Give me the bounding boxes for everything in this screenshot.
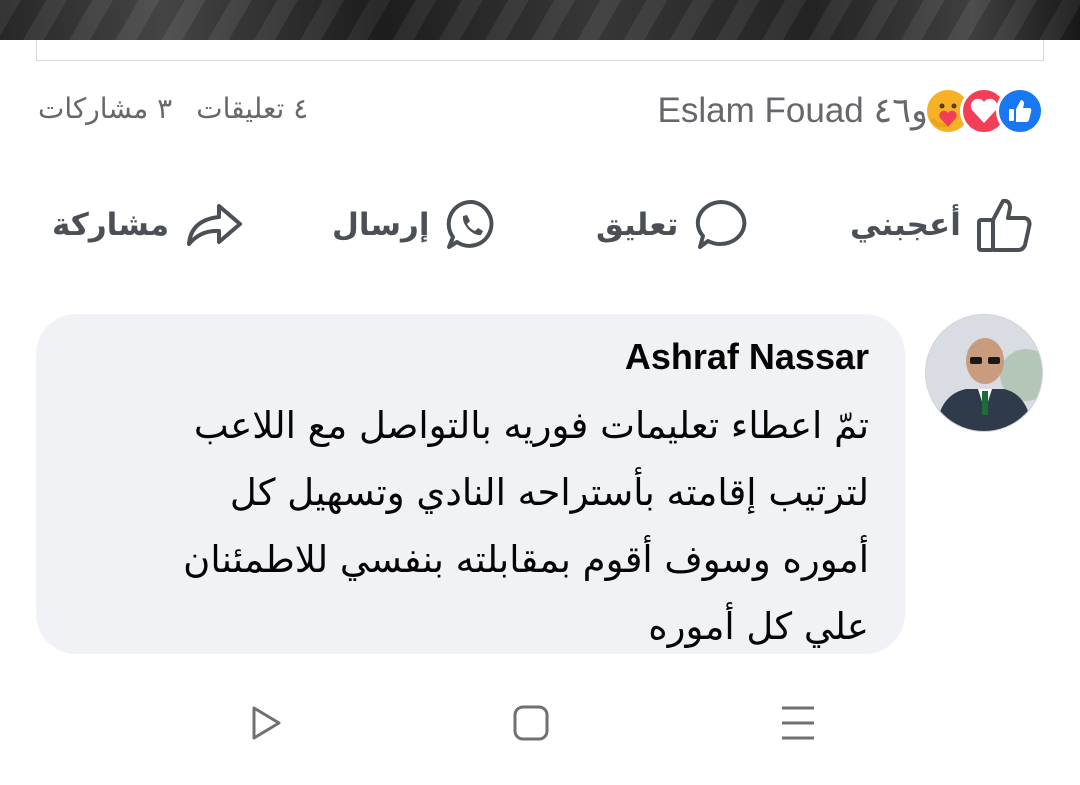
reaction-names[interactable]: Eslam Fouad و٤٦	[658, 91, 928, 131]
post-counts: ٤ تعليقات ٣ مشاركات	[38, 92, 308, 125]
comment-text: تمّ اعطاء تعليمات فوريه بالتواصل مع اللا…	[109, 392, 869, 660]
like-label: أعجبني	[850, 207, 961, 243]
share-label: مشاركة	[52, 207, 170, 243]
post-action-bar: مشاركة إرسال تعليق أعجبني	[38, 185, 1038, 265]
send-button[interactable]: إرسال	[332, 185, 500, 265]
send-label: إرسال	[332, 207, 430, 243]
comment-line: لترتيب إقامته بأستراحه النادي وتسهيل كل	[229, 471, 869, 514]
comment-author[interactable]: Ashraf Nassar	[625, 336, 869, 378]
commenter-avatar[interactable]	[925, 314, 1043, 432]
post-image[interactable]	[0, 0, 1080, 40]
comment-label: تعليق	[596, 207, 679, 243]
recent-apps-icon[interactable]	[773, 698, 823, 748]
share-button[interactable]: مشاركة	[52, 185, 245, 265]
home-icon[interactable]	[506, 698, 556, 748]
system-navigation-bar	[0, 670, 1080, 785]
reaction-icons[interactable]	[924, 87, 1044, 135]
comment-line: تمّ اعطاء تعليمات فوريه بالتواصل مع اللا…	[193, 404, 869, 447]
comment-bubble[interactable]: Ashraf Nassar تمّ اعطاء تعليمات فوريه با…	[36, 314, 905, 654]
comments-count[interactable]: ٤ تعليقات	[196, 92, 308, 125]
share-icon	[183, 200, 245, 250]
comment-line: أموره وسوف أقوم بمقابلته بنفسي للاطمئنان	[183, 538, 869, 581]
like-reaction-icon	[996, 87, 1044, 135]
shares-count[interactable]: ٣ مشاركات	[38, 92, 172, 125]
like-button[interactable]: أعجبني	[850, 185, 1035, 265]
thumbs-up-icon	[975, 196, 1035, 254]
comment-button[interactable]: تعليق	[596, 185, 750, 265]
back-icon[interactable]	[240, 698, 290, 748]
comment-line: علي كل أموره	[648, 605, 869, 648]
comment-icon	[692, 197, 750, 253]
link-preview-frame	[36, 40, 1044, 61]
reactions-summary[interactable]: Eslam Fouad و٤٦	[658, 84, 1044, 138]
post-stats-row: ٤ تعليقات ٣ مشاركات Eslam Fouad و٤٦	[38, 84, 1044, 138]
whatsapp-icon	[444, 197, 500, 253]
